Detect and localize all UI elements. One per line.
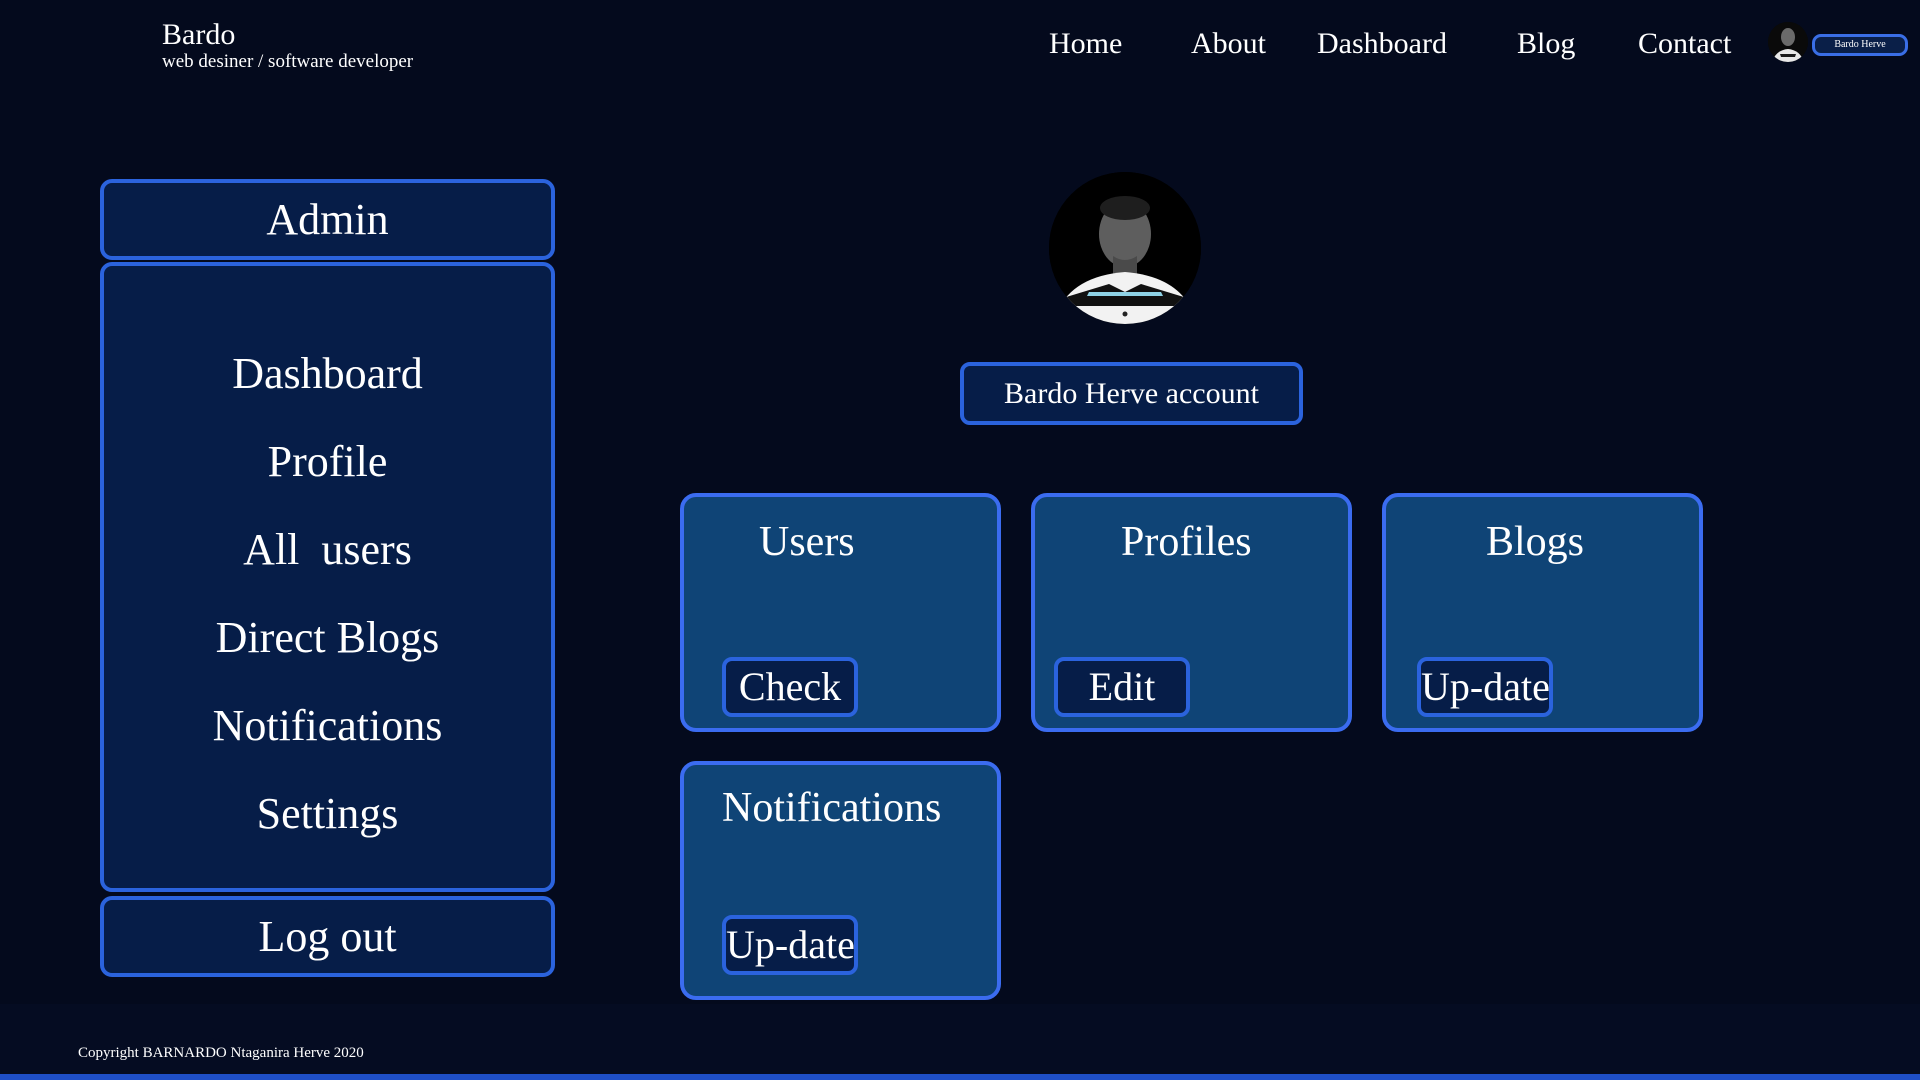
sidebar-item-settings[interactable]: Settings xyxy=(104,770,551,858)
account-name-badge: Bardo Herve account xyxy=(960,362,1303,425)
check-users-button[interactable]: Check xyxy=(722,657,858,717)
brand-tagline: web desiner / software developer xyxy=(162,51,414,72)
card-profiles: Profiles Edit xyxy=(1031,493,1352,732)
user-avatar-icon xyxy=(1768,22,1808,62)
card-blogs: Blogs Up-date xyxy=(1382,493,1703,732)
profile-photo xyxy=(1049,172,1201,324)
sidebar-menu: Dashboard Profile All users Direct Blogs… xyxy=(100,262,555,892)
card-title-notifications: Notifications xyxy=(722,785,942,831)
edit-profiles-button[interactable]: Edit xyxy=(1054,657,1190,717)
sidebar-item-direct-blogs[interactable]: Direct Blogs xyxy=(104,594,551,682)
card-title-profiles: Profiles xyxy=(1121,519,1252,565)
nav-link-home[interactable]: Home xyxy=(1049,24,1122,64)
update-blogs-button[interactable]: Up-date xyxy=(1417,657,1553,717)
card-users: Users Check xyxy=(680,493,1001,732)
update-notifications-button[interactable]: Up-date xyxy=(722,915,858,975)
card-notifications: Notifications Up-date xyxy=(680,761,1001,1000)
sidebar-item-profile[interactable]: Profile xyxy=(104,418,551,506)
admin-dashboard-page: Bardo web desiner / software developer H… xyxy=(0,0,1920,1080)
sidebar-header-admin: Admin xyxy=(100,179,555,260)
nav-link-about[interactable]: About xyxy=(1191,24,1266,64)
nav-link-dashboard[interactable]: Dashboard xyxy=(1317,24,1447,64)
nav-user-avatar[interactable] xyxy=(1768,22,1808,62)
nav-user-name[interactable]: Bardo Herve xyxy=(1812,34,1908,56)
card-title-blogs: Blogs xyxy=(1486,519,1585,565)
nav-link-blog[interactable]: Blog xyxy=(1517,24,1575,64)
profile-avatar-icon xyxy=(1049,172,1201,324)
nav-link-contact[interactable]: Contact xyxy=(1638,24,1731,64)
brand[interactable]: Bardo web desiner / software developer xyxy=(162,18,413,72)
footer-divider xyxy=(0,1074,1920,1080)
footer: Copyright BARNARDO Ntaganira Herve 2020 xyxy=(0,1004,1920,1076)
footer-copyright: Copyright BARNARDO Ntaganira Herve 2020 xyxy=(78,1045,364,1061)
brand-name: Bardo xyxy=(162,18,236,51)
logout-button[interactable]: Log out xyxy=(100,896,555,977)
sidebar-item-notifications[interactable]: Notifications xyxy=(104,682,551,770)
sidebar-item-dashboard[interactable]: Dashboard xyxy=(104,330,551,418)
sidebar-item-all-users[interactable]: All users xyxy=(104,506,551,594)
card-title-users: Users xyxy=(759,519,855,565)
